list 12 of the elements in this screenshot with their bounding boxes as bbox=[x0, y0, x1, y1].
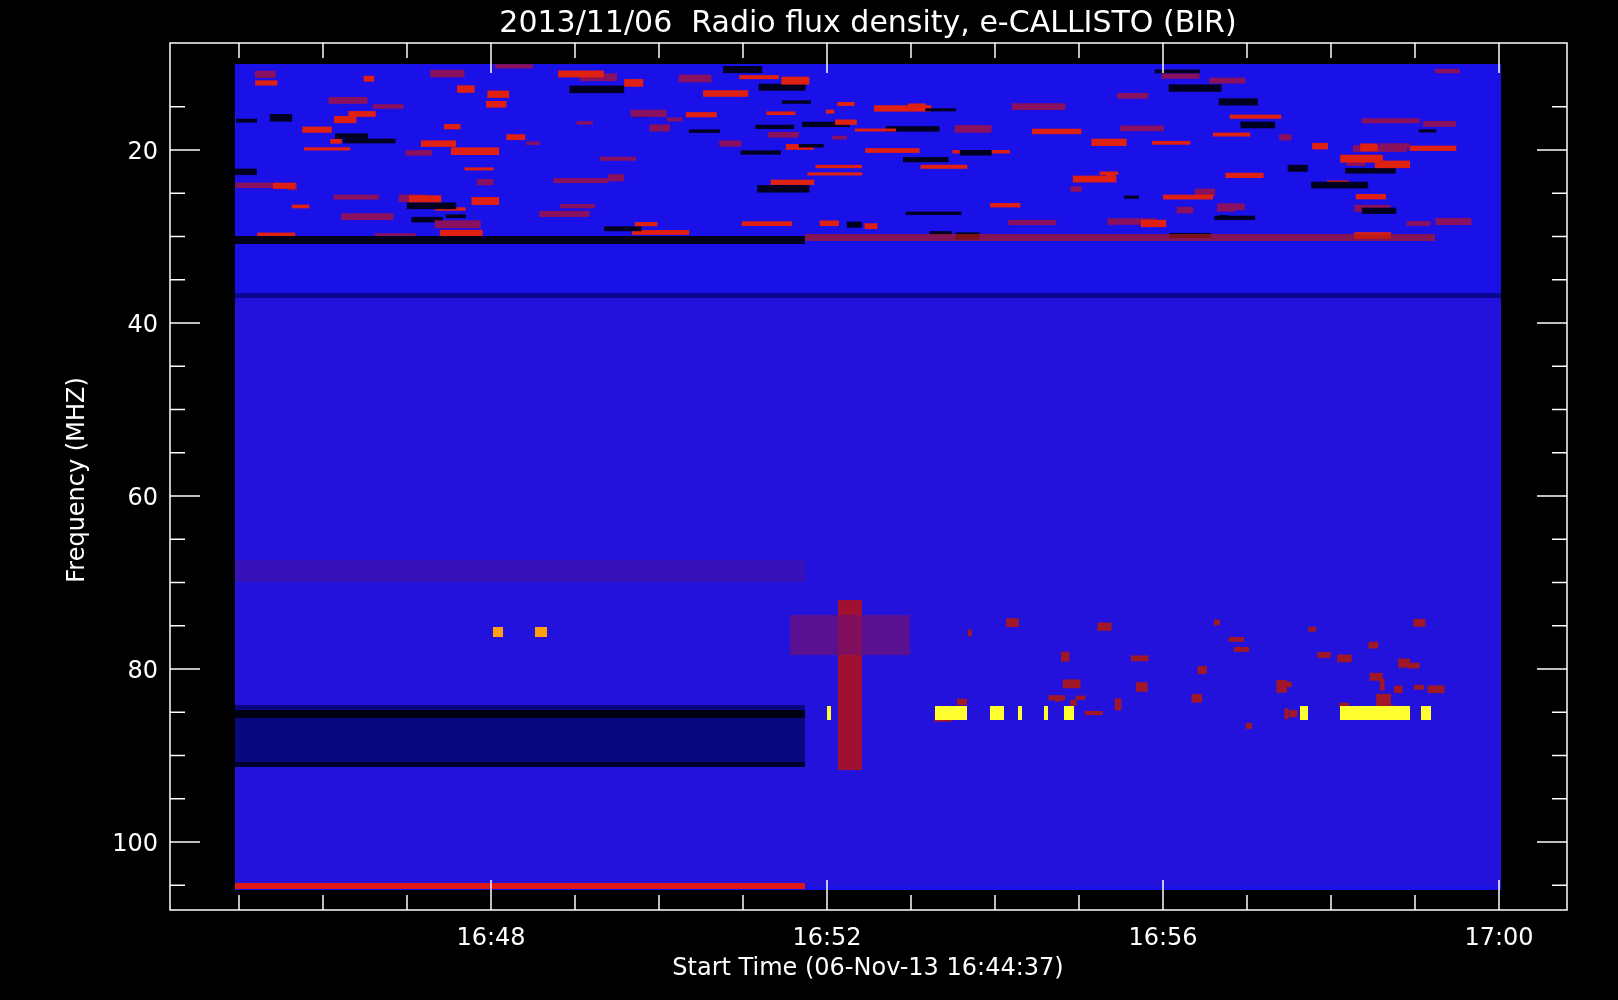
tick-label: 100 bbox=[112, 829, 158, 857]
tick-label: 16:48 bbox=[456, 923, 526, 951]
axis-title: Start Time (06-Nov-13 16:44:37) bbox=[672, 953, 1064, 981]
tick-label: 20 bbox=[127, 137, 158, 165]
tick-label: 16:52 bbox=[792, 923, 862, 951]
tick-label: 16:56 bbox=[1128, 923, 1198, 951]
axis-title: Frequency (MHZ) bbox=[62, 377, 90, 583]
tick-label: 17:00 bbox=[1464, 923, 1534, 951]
tick-label: 60 bbox=[127, 483, 158, 511]
tick-label: 40 bbox=[127, 310, 158, 338]
tick-label: 80 bbox=[127, 656, 158, 684]
chart-title: 2013/11/06 Radio flux density, e-CALLISTO (BIR) bbox=[499, 4, 1237, 39]
